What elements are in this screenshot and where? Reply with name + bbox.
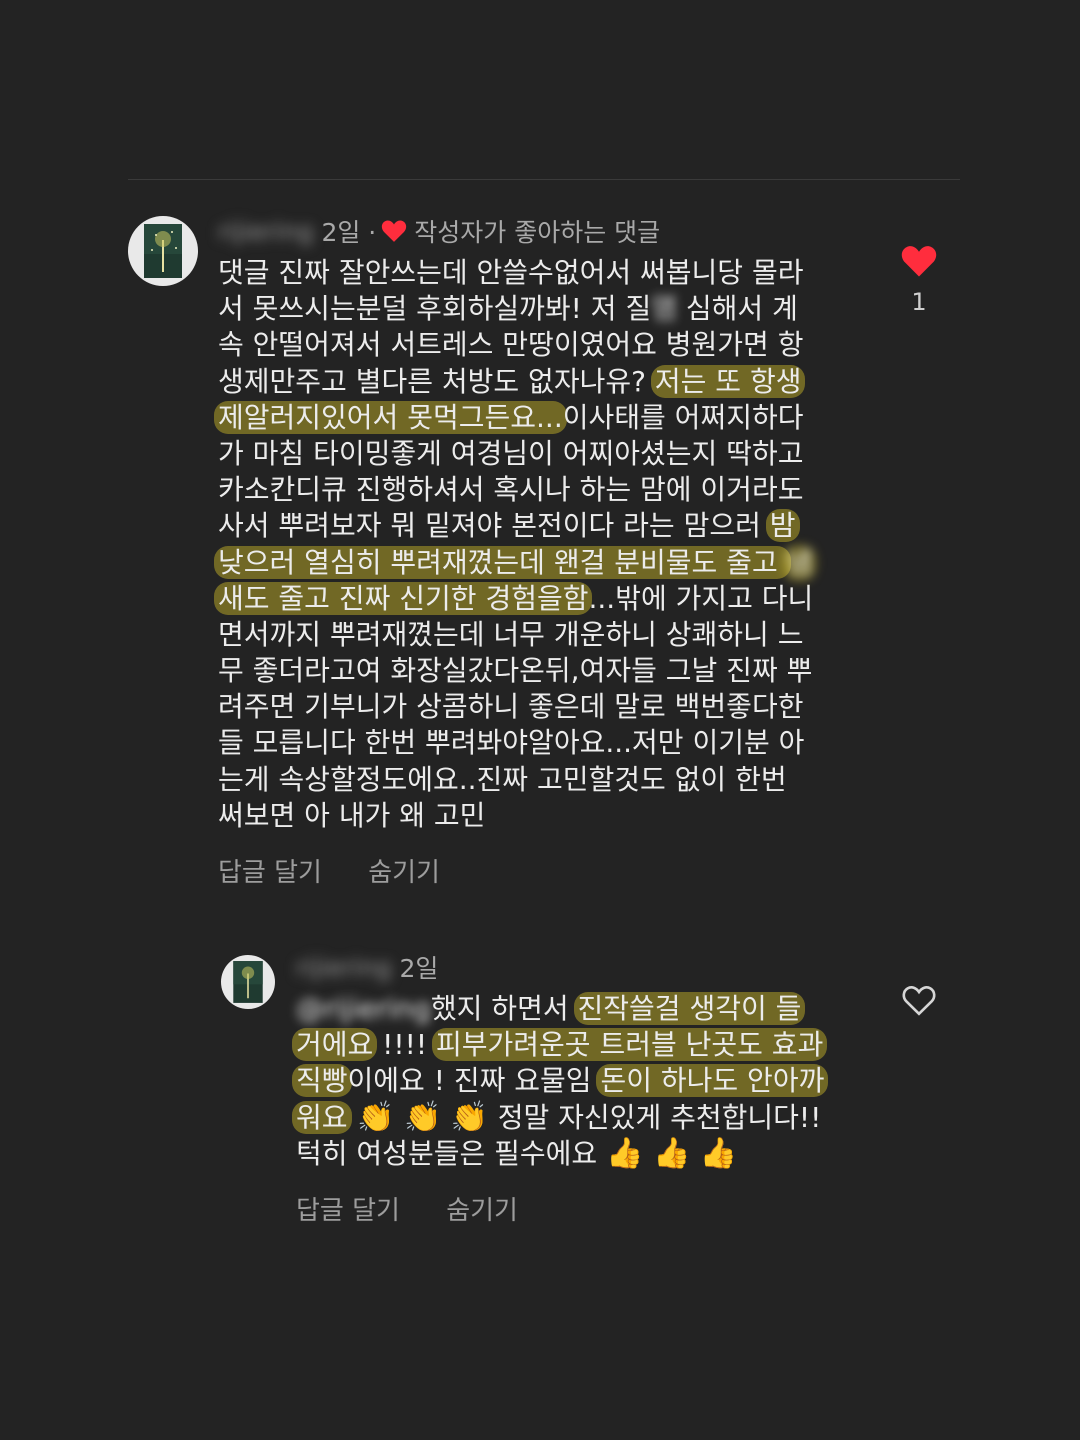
comment-line: 새도 줄고 진짜 신기한 경험을함...밖에 가지고 다니 xyxy=(214,581,878,617)
comment-line: 낮으러 열심히 뿌려재꼈는데 왠걸 분비물도 줄고 냄 xyxy=(214,544,878,581)
reply-hide-button[interactable]: 숨기기 xyxy=(446,1190,518,1227)
highlighted-text: 저는 또 항생 xyxy=(650,364,806,398)
text-segment: 는게 속상할정도에요..진짜 고민할것도 없이 한번 xyxy=(218,762,787,796)
text-segment: 서 못쓰시는분덜 후회하실까봐! 저 질 xyxy=(218,292,652,326)
text-segment: 사서 뿌려보자 뭐 밑져야 본전이다 라는 맘으러 xyxy=(218,509,770,543)
heart-outline-icon[interactable] xyxy=(901,984,937,1016)
text-segment: 이사태를 어쩌지하다 xyxy=(562,400,804,434)
highlighted-text: 직빵 xyxy=(292,1064,352,1098)
reply-line: @rijiering했지 하면서 진작쓸걸 생각이 들 xyxy=(296,991,886,1027)
reply-like xyxy=(897,984,941,1020)
text-segment: 심해서 계 xyxy=(677,292,798,326)
comment-line: 려주면 기부니가 상콤하니 좋은데 말로 백번좋다한 xyxy=(218,689,878,725)
text-segment: 염 xyxy=(651,292,677,326)
highlighted-text: 거에요 xyxy=(292,1028,378,1062)
reply-line: 턱히 여성분들은 필수에요 👍 👍 👍 xyxy=(296,1136,886,1172)
highlighted-text: 밤 xyxy=(765,509,800,543)
highlighted-text: 제알러지있어서 못먹그든요... xyxy=(214,400,567,434)
heart-icon[interactable] xyxy=(900,244,938,278)
text-segment: 들 모릅니다 한번 뿌려봐야알아요...저만 이기분 아 xyxy=(218,726,805,760)
commenter-avatar[interactable] xyxy=(128,216,198,286)
reply-actions: 답글 달기 숨기기 xyxy=(296,1190,556,1227)
comment-line: 제알러지있어서 못먹그든요...이사태를 어쩌지하다 xyxy=(214,400,878,436)
text-segment: 면서까지 뿌려재꼈는데 너무 개운하니 상쾌하니 느 xyxy=(218,617,804,651)
reply-text: @rijiering했지 하면서 진작쓸걸 생각이 들 거에요 !!!! 피부가려… xyxy=(292,991,886,1172)
text-segment: 정말 자신있게 추천합니다!! xyxy=(497,1100,822,1134)
comment-text: 댓글 진짜 잘안쓰는데 안쓸수없어서 써봅니당 몰라 서 못쓰시는분덜 후회하실까… xyxy=(214,255,878,834)
text-segment: 속 안떨어져서 서트레스 만땅이였어요 병원가면 항 xyxy=(218,328,804,362)
comment-line: 사서 뿌려보자 뭐 밑져야 본전이다 라는 맘으러 밤 xyxy=(218,508,878,544)
highlighted-text: 진작쓸걸 생각이 들 xyxy=(573,992,806,1025)
text-segment: 댓글 진짜 잘안쓰는데 안쓸수없어서 써봅니당 몰라 xyxy=(218,256,804,289)
highlighted-text: 냄 xyxy=(782,544,817,581)
reply-line: 워요 👏 👏 👏 정말 자신있게 추천합니다!! xyxy=(292,1099,886,1136)
reply-username[interactable]: rijiering xyxy=(296,953,391,982)
comment-line: 속 안떨어져서 서트레스 만땅이였어요 병원가면 항 xyxy=(218,327,878,363)
comment-line: 댓글 진짜 잘안쓰는데 안쓸수없어서 써봅니당 몰라 xyxy=(218,255,878,291)
reply-time: 2일 xyxy=(399,954,439,983)
text-segment: 카소칸디큐 진행하셔서 혹시나 하는 맘에 이거라도 xyxy=(218,473,804,507)
text-segment: 턱히 여성분들은 필수에요 xyxy=(296,1136,607,1170)
author-liked-label: 작성자가 좋아하는 댓글 xyxy=(414,218,661,247)
comment-line: 써보면 아 내가 왜 고민 xyxy=(218,798,878,834)
comment-actions: 답글 달기 숨기기 xyxy=(218,852,478,889)
tree-night-avatar-icon xyxy=(233,961,263,1003)
text-segment: 려주면 기부니가 상콤하니 좋은데 말로 백번좋다한 xyxy=(218,690,804,724)
text-segment: !!!! xyxy=(373,1028,436,1062)
reply-line: 거에요 !!!! 피부가려운곳 트러블 난곳도 효과 xyxy=(292,1027,886,1063)
comment-time: 2일 · xyxy=(321,218,377,247)
highlighted-text: 워요 xyxy=(292,1100,352,1134)
comment-username[interactable]: rijiering xyxy=(218,217,313,246)
reply-avatar[interactable] xyxy=(221,955,275,1009)
text-segment: 써보면 아 내가 왜 고민 xyxy=(218,798,486,832)
reply-meta: rijiering 2일 xyxy=(296,950,438,984)
text-segment: 생제만주고 별다른 처방도 없자나유? xyxy=(218,364,655,398)
tree-night-avatar-icon xyxy=(144,224,182,278)
text-segment: 👏 👏 👏 xyxy=(347,1099,498,1135)
comment-line: 무 좋더라고여 화장실갔다온뒤,여자들 그날 진짜 뿌 xyxy=(218,653,878,689)
text-segment: 했지 하면서 xyxy=(430,992,578,1025)
highlighted-text: 돈이 하나도 안아까 xyxy=(596,1064,829,1098)
reply-reply-button[interactable]: 답글 달기 xyxy=(296,1190,400,1227)
highlighted-text: 피부가려운곳 트러블 난곳도 효과 xyxy=(431,1028,828,1062)
comment-line: 가 마침 타이밍좋게 여경님이 어찌아셨는지 딱하고 xyxy=(218,436,878,472)
comment-line: 는게 속상할정도에요..진짜 고민할것도 없이 한번 xyxy=(218,762,878,798)
comment-line: 카소칸디큐 진행하셔서 혹시나 하는 맘에 이거라도 xyxy=(218,472,878,508)
comment-line: 들 모릅니다 한번 뿌려봐야알아요...저만 이기분 아 xyxy=(218,725,878,761)
author-liked-heart-icon xyxy=(382,220,407,242)
text-segment: 가 마침 타이밍좋게 여경님이 어찌아셨는지 딱하고 xyxy=(218,436,804,470)
reply-button[interactable]: 답글 달기 xyxy=(218,852,322,889)
highlighted-text: 낮으러 열심히 뿌려재꼈는데 왠걸 분비물도 줄고 xyxy=(214,545,791,579)
text-segment: ...밖에 가지고 다니 xyxy=(588,581,814,615)
mention-link[interactable]: @rijiering xyxy=(296,991,431,1027)
comment-line: 생제만주고 별다른 처방도 없자나유? 저는 또 항생 xyxy=(218,364,878,400)
text-segment: 👍 👍 👍 xyxy=(606,1135,738,1171)
like-count: 1 xyxy=(911,288,927,316)
top-divider xyxy=(128,179,960,180)
comment-line: 서 못쓰시는분덜 후회하실까봐! 저 질염 심해서 계 xyxy=(218,291,878,327)
text-segment: 이에요 ! 진짜 요물임 xyxy=(347,1064,601,1098)
comment-meta: rijiering 2일 · 작성자가 좋아하는 댓글 xyxy=(218,213,660,249)
comment-like: 1 xyxy=(895,244,943,316)
reply-line: 직빵이에요 ! 진짜 요물임 돈이 하나도 안아까 xyxy=(292,1063,886,1099)
hide-button[interactable]: 숨기기 xyxy=(368,852,440,889)
highlighted-text: 새도 줄고 진짜 신기한 경험을함 xyxy=(214,581,593,615)
comment-line: 면서까지 뿌려재꼈는데 너무 개운하니 상쾌하니 느 xyxy=(218,617,878,653)
text-segment: 무 좋더라고여 화장실갔다온뒤,여자들 그날 진짜 뿌 xyxy=(218,654,813,688)
